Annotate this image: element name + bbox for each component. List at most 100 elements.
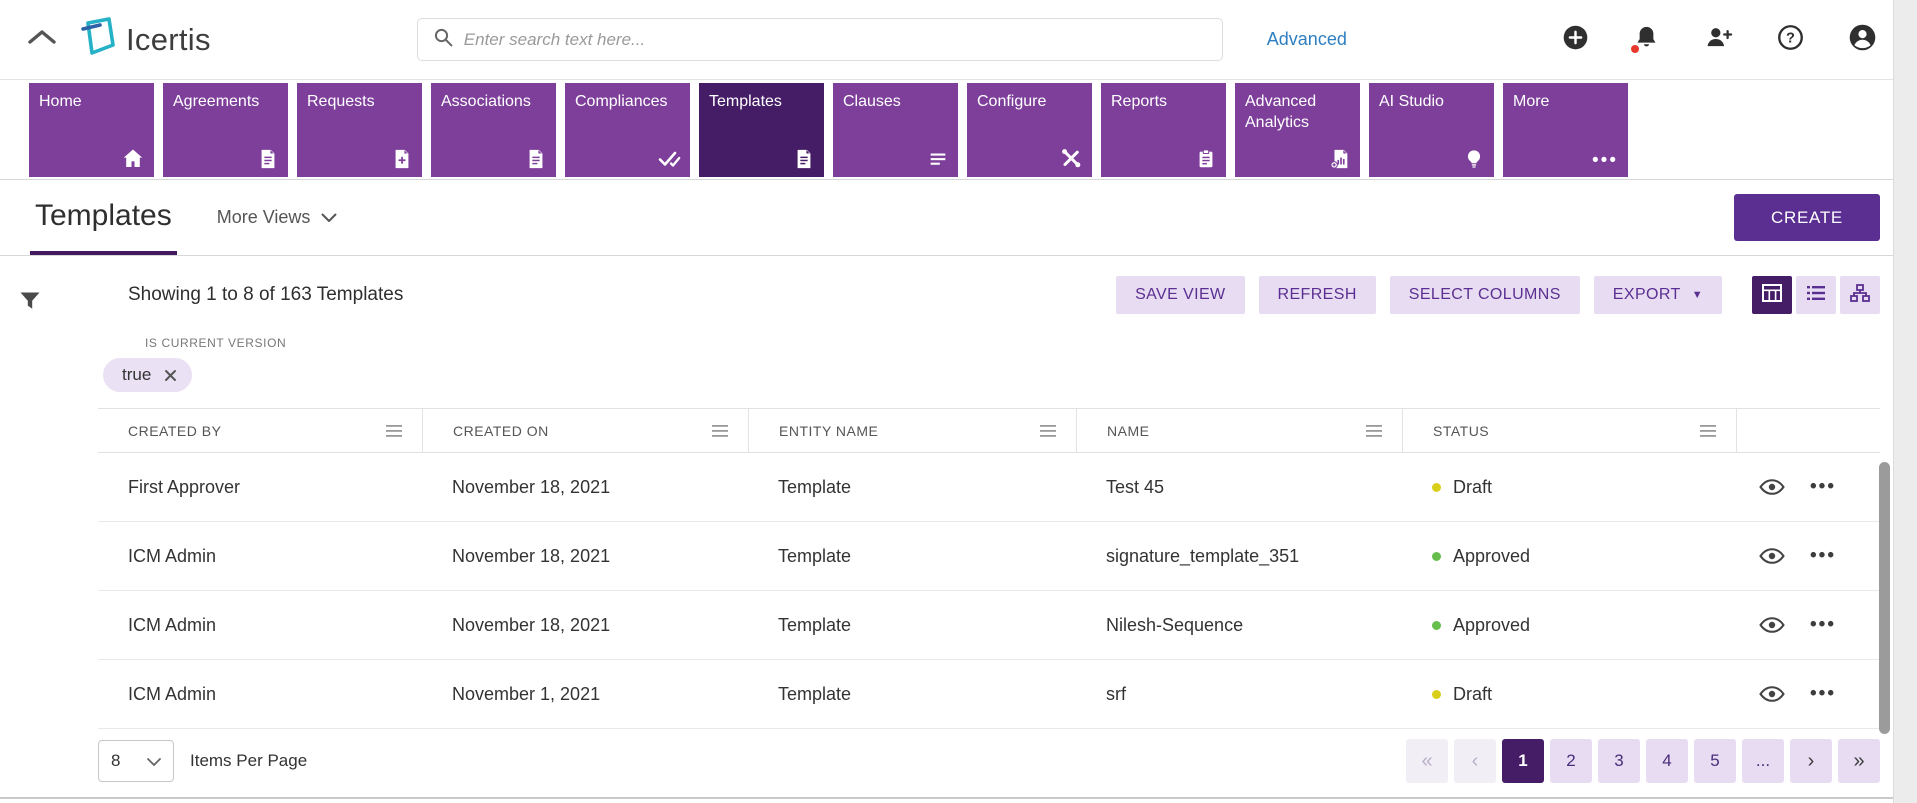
document-icon — [525, 148, 547, 170]
question-circle-icon: ? — [1777, 24, 1804, 56]
last-page-button[interactable]: » — [1838, 739, 1880, 783]
page-button-4[interactable]: 4 — [1646, 739, 1688, 783]
nav-tile-agreements[interactable]: Agreements — [163, 83, 288, 177]
status-label: Approved — [1453, 615, 1530, 636]
row-menu-icon[interactable]: ••• — [1810, 476, 1836, 498]
view-toggle-group — [1752, 276, 1880, 314]
column-menu-icon[interactable] — [386, 425, 402, 437]
preview-eye-icon[interactable] — [1759, 479, 1785, 495]
chevron-down-icon — [147, 751, 161, 771]
nav-tile-associations[interactable]: Associations — [431, 83, 556, 177]
nav-tile-advanced-analytics[interactable]: Advanced Analytics — [1235, 83, 1360, 177]
nav-tile-configure[interactable]: Configure — [967, 83, 1092, 177]
column-menu-icon[interactable] — [1040, 425, 1056, 437]
cell-created-on: November 18, 2021 — [422, 615, 748, 636]
help-button[interactable]: ? — [1777, 24, 1804, 56]
column-header-actions — [1736, 409, 1880, 452]
column-menu-icon[interactable] — [1700, 425, 1716, 437]
nav-tile-label: Associations — [441, 91, 548, 112]
nav-tile-more[interactable]: More ••• — [1503, 83, 1628, 177]
nav-tile-requests[interactable]: Requests — [297, 83, 422, 177]
page-button-3[interactable]: 3 — [1598, 739, 1640, 783]
add-user-button[interactable] — [1704, 24, 1733, 55]
row-actions: ••• — [1736, 545, 1880, 567]
nav-tile-templates[interactable]: Templates — [699, 83, 824, 177]
refresh-button[interactable]: REFRESH — [1259, 276, 1376, 314]
preview-eye-icon[interactable] — [1759, 686, 1785, 702]
tools-icon — [1059, 146, 1083, 170]
row-menu-icon[interactable]: ••• — [1810, 683, 1836, 705]
create-button[interactable]: CREATE — [1734, 194, 1880, 241]
save-view-button[interactable]: SAVE VIEW — [1116, 276, 1244, 314]
nav-tile-compliances[interactable]: Compliances — [565, 83, 690, 177]
list-view-toggle[interactable] — [1796, 276, 1836, 314]
nav-tile-home[interactable]: Home — [29, 83, 154, 177]
status-dot — [1432, 621, 1441, 630]
content-area: Showing 1 to 8 of 163 Templates SAVE VIE… — [0, 256, 1917, 800]
collapse-header-button[interactable] — [24, 25, 60, 55]
cell-entity-name: Template — [748, 477, 1076, 498]
app-window: Icertis Advanced — [0, 0, 1917, 803]
logo-text: Icertis — [126, 22, 211, 58]
export-button[interactable]: EXPORT ▼ — [1594, 276, 1722, 314]
grid-view-toggle[interactable] — [1752, 276, 1792, 314]
cell-name: Test 45 — [1076, 477, 1402, 498]
status-label: Draft — [1453, 477, 1492, 498]
column-label: CREATED BY — [128, 423, 221, 439]
next-page-button[interactable]: › — [1790, 739, 1832, 783]
table-row[interactable]: First Approver November 18, 2021 Templat… — [98, 453, 1880, 522]
select-columns-button[interactable]: SELECT COLUMNS — [1390, 276, 1580, 314]
table-row[interactable]: ICM Admin November 18, 2021 Template sig… — [98, 522, 1880, 591]
nav-tile-clauses[interactable]: Clauses — [833, 83, 958, 177]
table-row[interactable]: ICM Admin November 1, 2021 Template srf … — [98, 660, 1880, 729]
toolbar-row: Showing 1 to 8 of 163 Templates SAVE VIE… — [60, 276, 1880, 314]
notifications-button[interactable] — [1633, 24, 1660, 56]
row-actions: ••• — [1736, 683, 1880, 705]
table-row[interactable]: ICM Admin November 18, 2021 Template Nil… — [98, 591, 1880, 660]
preview-eye-icon[interactable] — [1759, 548, 1785, 564]
page-scrollbar-track[interactable] — [1893, 0, 1917, 803]
cell-name: srf — [1076, 684, 1402, 705]
page-button-1[interactable]: 1 — [1502, 739, 1544, 783]
toolbar-buttons: SAVE VIEW REFRESH SELECT COLUMNS EXPORT … — [1116, 276, 1880, 314]
search-icon — [433, 27, 453, 52]
column-menu-icon[interactable] — [1366, 425, 1382, 437]
nav-tile-label: Templates — [709, 91, 816, 112]
table-scrollbar-thumb[interactable] — [1879, 462, 1890, 734]
first-page-button[interactable]: « — [1406, 739, 1448, 783]
nav-tile-reports[interactable]: Reports — [1101, 83, 1226, 177]
filter-funnel-icon[interactable] — [18, 290, 42, 317]
results-summary: Showing 1 to 8 of 163 Templates — [128, 284, 403, 306]
previous-page-button[interactable]: ‹ — [1454, 739, 1496, 783]
more-views-label: More Views — [217, 207, 311, 228]
row-menu-icon[interactable]: ••• — [1810, 545, 1836, 567]
search-input[interactable] — [464, 30, 1207, 50]
nav-tile-label: Configure — [977, 91, 1084, 112]
preview-eye-icon[interactable] — [1759, 617, 1785, 633]
more-views-dropdown[interactable]: More Views — [217, 207, 338, 228]
document-icon — [257, 148, 279, 170]
text-lines-icon — [927, 148, 949, 170]
items-per-page-select[interactable]: 8 — [98, 740, 174, 782]
close-icon[interactable] — [164, 369, 177, 382]
cell-status: Approved — [1402, 546, 1736, 567]
add-new-button[interactable] — [1562, 24, 1589, 56]
row-menu-icon[interactable]: ••• — [1810, 614, 1836, 636]
refresh-label: REFRESH — [1278, 286, 1357, 304]
primary-navigation: Home Agreements Requests Associations Co… — [0, 80, 1917, 180]
notification-badge — [1629, 43, 1641, 55]
column-menu-icon[interactable] — [712, 425, 728, 437]
nav-tile-label: Compliances — [575, 91, 682, 112]
filter-chip[interactable]: true — [103, 358, 192, 392]
status-dot — [1432, 552, 1441, 561]
hierarchy-view-toggle[interactable] — [1840, 276, 1880, 314]
nav-tile-ai-studio[interactable]: AI Studio — [1369, 83, 1494, 177]
account-button[interactable] — [1848, 23, 1877, 57]
page-ellipsis-button[interactable]: ... — [1742, 739, 1784, 783]
page-button-5[interactable]: 5 — [1694, 739, 1736, 783]
pagination-bar: 8 Items Per Page « ‹ 1 2 3 4 5 ... › » — [98, 739, 1880, 783]
cell-name: signature_template_351 — [1076, 546, 1402, 567]
advanced-search-link[interactable]: Advanced — [1267, 29, 1347, 50]
column-header-created-by: CREATED BY — [98, 409, 422, 452]
page-button-2[interactable]: 2 — [1550, 739, 1592, 783]
